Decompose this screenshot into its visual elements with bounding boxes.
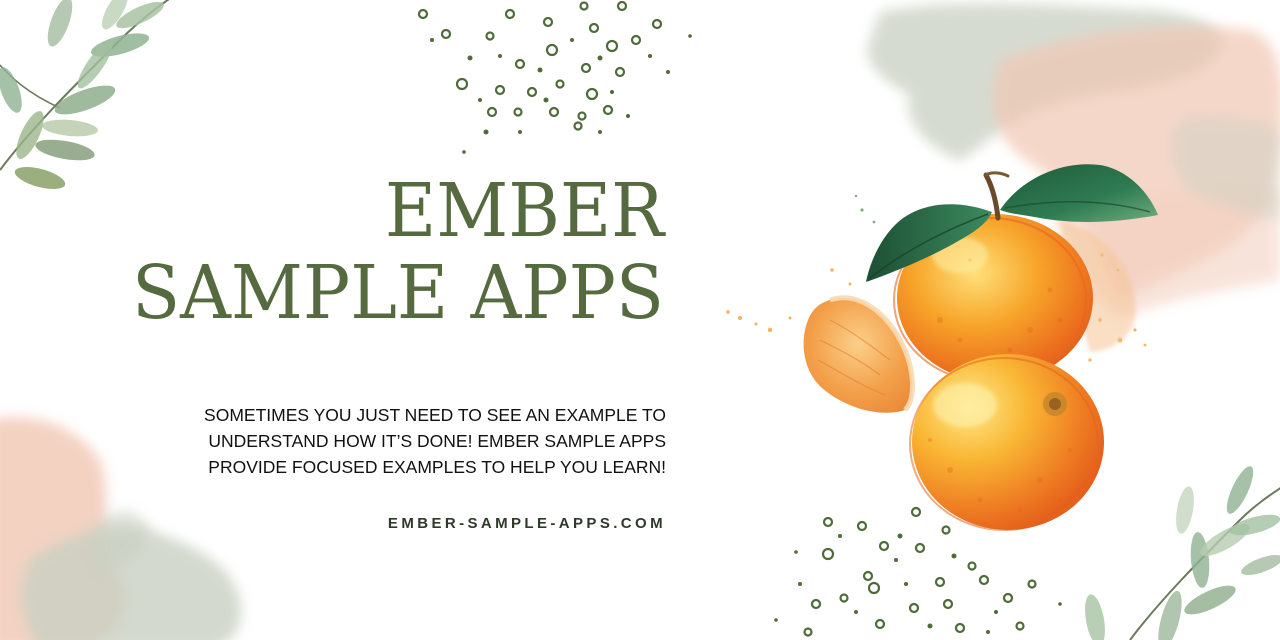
tagline-line: SOMETIMES YOU JUST NEED TO SEE AN EXAMPL… bbox=[204, 405, 666, 425]
website-url: EMBER-SAMPLE-APPS.COM bbox=[387, 515, 666, 532]
title-line: SAMPLE APPS bbox=[131, 250, 664, 336]
leaf-branch-icon bbox=[0, 0, 170, 189]
tagline-line: PROVIDE FOCUSED EXAMPLES TO HELP YOU LEA… bbox=[208, 457, 666, 477]
tagline: SOMETIMES YOU JUST NEED TO SEE AN EXAMPL… bbox=[146, 402, 666, 480]
banner-canvas: EMBER SAMPLE APPS SOMETIMES YOU JUST NEE… bbox=[0, 0, 1280, 640]
title-line: EMBER bbox=[384, 168, 664, 254]
watercolor-orange-icon bbox=[726, 164, 1158, 531]
page-title: EMBER SAMPLE APPS bbox=[104, 170, 664, 334]
leaf-branch-icon bbox=[1085, 466, 1280, 640]
dot-pattern-icon bbox=[417, 0, 663, 131]
tagline-line: UNDERSTAND HOW IT’S DONE! EMBER SAMPLE A… bbox=[208, 431, 666, 451]
dot-pattern-icon bbox=[430, 34, 692, 154]
